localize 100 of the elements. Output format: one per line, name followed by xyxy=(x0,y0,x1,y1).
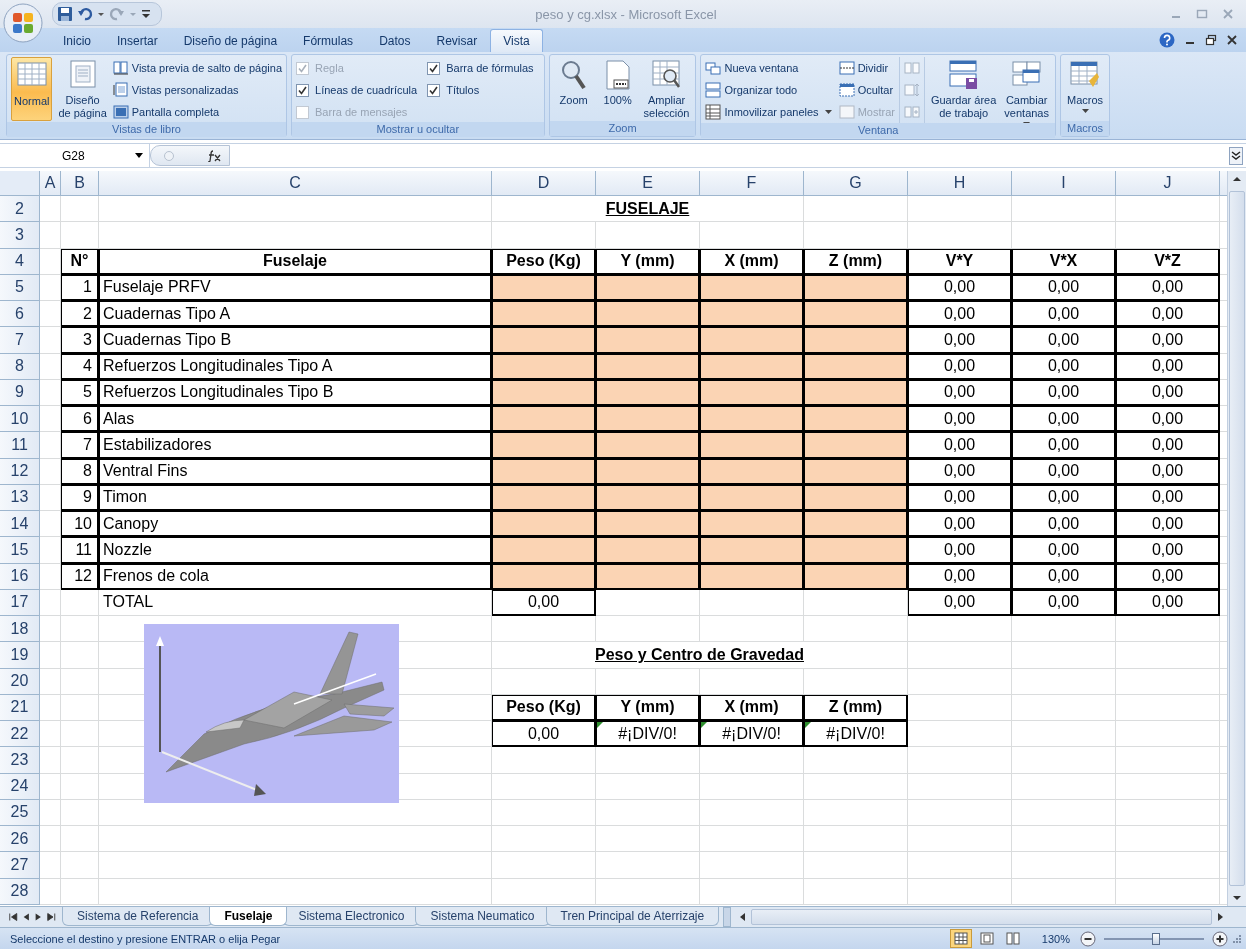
ribbon-button[interactable]: Organizar todo xyxy=(705,80,835,100)
ribbon-tab[interactable]: Datos xyxy=(366,29,424,52)
row-header[interactable]: 2 xyxy=(0,196,40,223)
ribbon-tab[interactable]: Fórmulas xyxy=(290,29,367,52)
ribbon-tab[interactable]: Diseño de página xyxy=(170,29,291,52)
column-header[interactable]: I xyxy=(1012,171,1116,196)
close-icon[interactable] xyxy=(1226,34,1238,46)
row-header[interactable]: 8 xyxy=(0,353,40,380)
resize-grip-icon[interactable] xyxy=(1232,933,1242,944)
row-header[interactable]: 17 xyxy=(0,589,40,616)
last-sheet-icon[interactable] xyxy=(45,911,56,923)
table-cell: #¡DIV/0! xyxy=(804,721,908,748)
table-cell: 0,00 xyxy=(1012,589,1116,616)
restore-icon[interactable] xyxy=(1205,34,1217,46)
ribbon-button[interactable]: Zoom xyxy=(553,57,594,121)
save-icon[interactable] xyxy=(57,6,73,22)
row-header[interactable]: 22 xyxy=(0,721,40,748)
column-header[interactable]: J xyxy=(1116,171,1220,196)
checkbox[interactable] xyxy=(427,61,441,75)
row-header[interactable]: 10 xyxy=(0,406,40,433)
row-header[interactable]: 16 xyxy=(0,563,40,590)
view-button[interactable] xyxy=(949,929,972,948)
row-header[interactable]: 13 xyxy=(0,484,40,511)
row-header[interactable]: 27 xyxy=(0,852,40,879)
row-header[interactable]: 7 xyxy=(0,327,40,354)
ribbon-button[interactable]: Normal xyxy=(11,57,53,121)
row-header[interactable]: 21 xyxy=(0,694,40,721)
scroll-thumb[interactable] xyxy=(751,909,1212,925)
undo-icon[interactable] xyxy=(77,6,93,22)
caret-icon[interactable] xyxy=(135,153,143,158)
save-workspace-icon xyxy=(947,59,980,91)
checkbox-label: Títulos xyxy=(446,84,480,96)
row-header[interactable]: 11 xyxy=(0,432,40,459)
scroll-thumb[interactable] xyxy=(1229,191,1245,886)
column-header[interactable]: A xyxy=(40,171,61,196)
caret-icon[interactable] xyxy=(1081,109,1089,114)
column-header[interactable]: E xyxy=(596,171,700,196)
ribbon-button[interactable]: Pantalla completa xyxy=(112,102,283,122)
table-cell: 0,00 xyxy=(908,458,1012,485)
column-header[interactable]: D xyxy=(492,171,596,196)
table-cell: 0,00 xyxy=(1012,406,1116,433)
ribbon-button[interactable]: Inmovilizar paneles xyxy=(705,102,835,122)
row-header[interactable]: 23 xyxy=(0,747,40,774)
ribbon-button[interactable]: Macros xyxy=(1065,57,1106,121)
column-header[interactable]: C xyxy=(99,171,492,196)
expand-icon[interactable] xyxy=(1229,146,1243,165)
row-header[interactable]: 4 xyxy=(0,248,40,275)
ribbon-tab[interactable]: Revisar xyxy=(423,29,491,52)
column-header[interactable]: H xyxy=(908,171,1012,196)
checkbox[interactable] xyxy=(427,83,441,97)
row-header[interactable]: 9 xyxy=(0,379,40,406)
row-header[interactable]: 3 xyxy=(0,222,40,249)
row-header[interactable]: 28 xyxy=(0,878,40,905)
ribbon-button[interactable]: Ocultar xyxy=(838,80,895,100)
ribbon-button[interactable]: Ampliar selección xyxy=(641,57,692,121)
row-header[interactable]: 5 xyxy=(0,274,40,301)
table-cell: 0,00 xyxy=(1012,432,1116,459)
ribbon-button[interactable]: Vista previa de salto de página xyxy=(112,58,283,78)
row-header[interactable]: 12 xyxy=(0,458,40,485)
ribbon-button[interactable]: Dividir xyxy=(838,58,895,78)
row-header[interactable]: 15 xyxy=(0,537,40,564)
ribbon-tab[interactable]: Insertar xyxy=(104,29,171,52)
slider-thumb[interactable] xyxy=(1152,932,1160,945)
ribbon-button[interactable]: 100% xyxy=(597,57,638,121)
checkbox[interactable] xyxy=(296,83,310,97)
ribbon-button[interactable]: Nueva ventana xyxy=(705,58,835,78)
function-icon[interactable] xyxy=(207,149,223,162)
row-header[interactable]: 19 xyxy=(0,642,40,669)
ribbon-tab[interactable]: Inicio xyxy=(50,29,104,52)
empty-cell xyxy=(40,563,61,590)
vertical-scrollbar[interactable] xyxy=(1227,171,1246,906)
help-icon[interactable] xyxy=(1159,32,1175,48)
row-header[interactable]: 14 xyxy=(0,511,40,538)
sheet-tab[interactable]: Sistema Neumatico xyxy=(415,907,550,926)
row-header[interactable]: 18 xyxy=(0,616,40,643)
sheet-tab[interactable]: Tren Principal de Aterrizaje xyxy=(545,907,720,926)
row-header[interactable]: 25 xyxy=(0,799,40,826)
column-header[interactable]: F xyxy=(700,171,804,196)
zoom-in-icon[interactable] xyxy=(1212,930,1228,947)
column-header[interactable]: B xyxy=(61,171,99,196)
column-label: V*Z xyxy=(1116,248,1220,275)
zoom-level[interactable]: 130% xyxy=(1027,932,1076,945)
ribbon-tab[interactable]: Vista xyxy=(490,29,543,52)
column-header[interactable]: G xyxy=(804,171,908,196)
ribbon-button[interactable]: Guardar área de trabajo xyxy=(928,57,999,121)
sheet-tab[interactable]: Fuselaje xyxy=(209,907,288,926)
row-header[interactable]: 20 xyxy=(0,668,40,695)
ribbon-button[interactable]: Diseño de página xyxy=(56,57,109,121)
group-label: Mostrar u ocultar xyxy=(292,122,544,137)
row-header[interactable]: 26 xyxy=(0,826,40,853)
caret-icon[interactable] xyxy=(824,109,832,115)
empty-cell xyxy=(61,589,99,616)
zoom-out-icon[interactable] xyxy=(1080,930,1096,947)
empty-cell xyxy=(61,642,99,669)
row-header[interactable]: 24 xyxy=(0,773,40,800)
table-cell: 0,00 xyxy=(908,301,1012,328)
row-header[interactable]: 6 xyxy=(0,301,40,328)
name-box[interactable]: G28 xyxy=(0,144,150,167)
ribbon-button[interactable]: Vistas personalizadas xyxy=(112,80,283,100)
first-sheet-icon[interactable] xyxy=(8,911,19,923)
